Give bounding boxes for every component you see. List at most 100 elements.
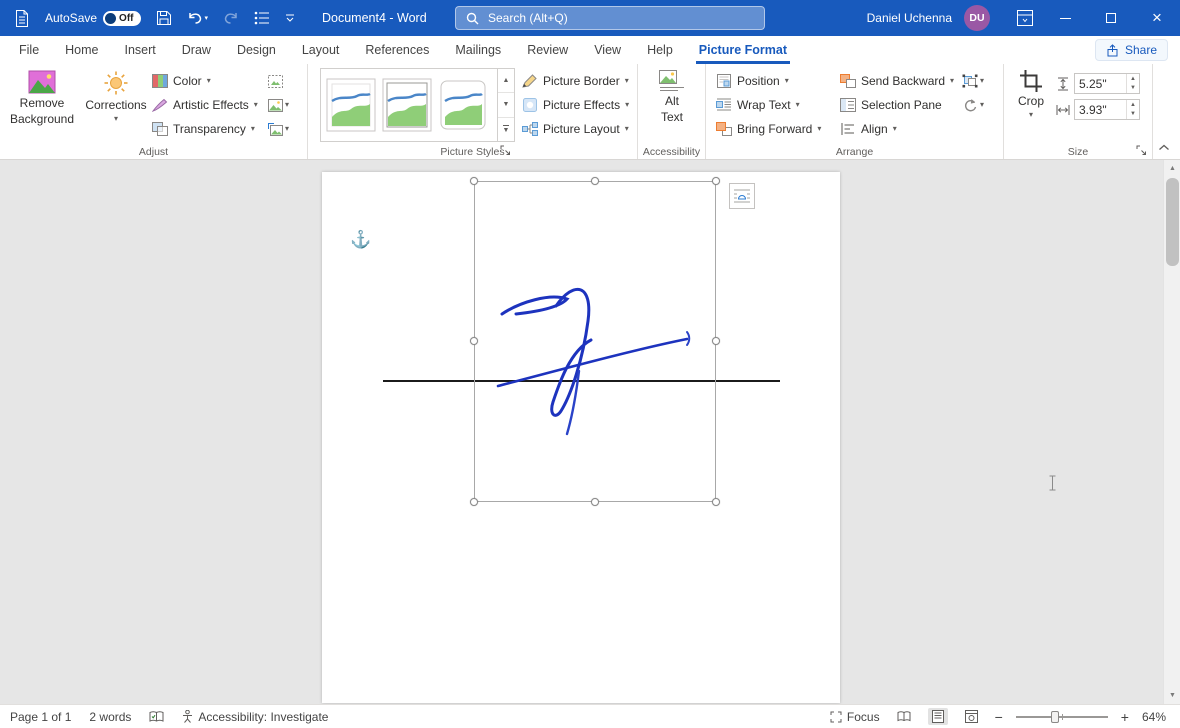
web-layout-button[interactable] — [961, 708, 982, 725]
corrections-button[interactable]: Corrections ▾ — [84, 67, 148, 123]
tab-view[interactable]: View — [581, 36, 634, 64]
picture-style-thumbnail-2[interactable] — [382, 75, 432, 135]
tab-home[interactable]: Home — [52, 36, 111, 64]
shape-width-input[interactable] — [1075, 103, 1126, 117]
zoom-slider-thumb[interactable] — [1051, 711, 1059, 723]
maximize-button[interactable] — [1088, 0, 1134, 36]
wrap-text-button[interactable]: Wrap Text ▾ — [716, 94, 800, 116]
undo-dropdown-chevron-icon[interactable]: ▾ — [205, 15, 209, 22]
selection-handle-middle-right[interactable] — [712, 337, 720, 345]
tab-help[interactable]: Help — [634, 36, 686, 64]
tab-design[interactable]: Design — [224, 36, 289, 64]
quick-access-toolbar: AutoSave Off ▾ — [0, 0, 295, 36]
autosave-toggle[interactable]: AutoSave Off — [45, 11, 141, 26]
group-objects-button[interactable]: ▾ — [962, 71, 984, 91]
picture-layout-button[interactable]: Picture Layout ▾ — [522, 118, 629, 140]
page-indicator[interactable]: Page 1 of 1 — [10, 710, 71, 724]
user-name[interactable]: Daniel Uchenna — [867, 11, 952, 25]
picture-border-button[interactable]: Picture Border ▾ — [522, 70, 629, 92]
shape-height-input[interactable] — [1075, 77, 1126, 91]
share-button[interactable]: Share — [1095, 39, 1168, 61]
selection-handle-middle-left[interactable] — [470, 337, 478, 345]
gallery-scroll-down-button[interactable]: ▼ — [498, 93, 514, 117]
selection-handle-bottom-left[interactable] — [470, 498, 478, 506]
proofing-icon[interactable] — [149, 711, 164, 723]
signature-picture[interactable] — [474, 181, 716, 502]
selection-handle-top-center[interactable] — [591, 177, 599, 185]
zoom-slider[interactable] — [1016, 716, 1108, 718]
change-picture-button[interactable]: ▾ — [268, 95, 289, 115]
position-button[interactable]: Position ▾ — [716, 70, 789, 92]
gallery-scroll-up-button[interactable]: ▲ — [498, 69, 514, 93]
scroll-down-button[interactable]: ▼ — [1164, 687, 1180, 704]
bring-forward-button[interactable]: Bring Forward ▾ — [716, 118, 821, 140]
selection-pane-label: Selection Pane — [861, 98, 942, 112]
picture-styles-gallery[interactable] — [320, 68, 498, 142]
remove-background-button[interactable]: Remove Background — [6, 67, 78, 126]
tab-file[interactable]: File — [6, 36, 52, 64]
compress-pictures-button[interactable] — [268, 71, 283, 91]
artistic-effects-button[interactable]: Artistic Effects ▾ — [152, 94, 258, 116]
picture-effects-button[interactable]: Picture Effects ▾ — [522, 94, 629, 116]
shape-width-field[interactable]: ▲▼ — [1074, 99, 1140, 120]
minimize-button[interactable] — [1042, 0, 1088, 36]
shape-width-spinner[interactable]: ▲▼ — [1126, 100, 1139, 119]
search-box[interactable]: Search (Alt+Q) — [455, 6, 765, 30]
shape-height-spinner[interactable]: ▲▼ — [1126, 74, 1139, 93]
zoom-in-button[interactable]: + — [1121, 709, 1129, 725]
width-spin-up-icon[interactable]: ▲ — [1127, 100, 1139, 110]
tab-references[interactable]: References — [352, 36, 442, 64]
scrollbar-thumb[interactable] — [1166, 178, 1179, 266]
undo-button[interactable]: ▾ — [187, 0, 209, 36]
selection-pane-button[interactable]: Selection Pane — [840, 94, 942, 116]
ribbon-display-options-icon[interactable] — [1008, 0, 1042, 36]
width-spin-down-icon[interactable]: ▼ — [1127, 110, 1139, 120]
accessibility-status[interactable]: Accessibility: Investigate — [182, 710, 328, 724]
selection-handle-top-left[interactable] — [470, 177, 478, 185]
save-icon[interactable] — [156, 0, 172, 36]
align-button[interactable]: Align ▾ — [840, 118, 897, 140]
collapse-ribbon-button[interactable] — [1158, 144, 1170, 151]
tab-picture-format[interactable]: Picture Format — [686, 36, 800, 64]
word-count[interactable]: 2 words — [89, 710, 131, 724]
picture-style-thumbnail-3[interactable] — [438, 75, 488, 135]
close-button[interactable]: × — [1134, 0, 1180, 36]
print-layout-button[interactable] — [928, 708, 948, 725]
document-area[interactable]: ⚓ — [0, 160, 1180, 704]
tab-insert[interactable]: Insert — [112, 36, 169, 64]
vertical-scrollbar[interactable]: ▲ ▼ — [1163, 160, 1180, 704]
tab-review[interactable]: Review — [514, 36, 581, 64]
picture-effects-dropdown-chevron-icon: ▾ — [625, 101, 629, 109]
zoom-out-button[interactable]: − — [995, 709, 1003, 725]
height-spin-up-icon[interactable]: ▲ — [1127, 74, 1139, 84]
selection-handle-top-right[interactable] — [712, 177, 720, 185]
reset-picture-button[interactable]: ▾ — [268, 119, 289, 139]
transparency-button[interactable]: Transparency ▾ — [152, 118, 255, 140]
zoom-level[interactable]: 64% — [1142, 710, 1166, 724]
gallery-more-button[interactable]: ▼ — [498, 118, 514, 141]
selection-handle-bottom-right[interactable] — [712, 498, 720, 506]
transparency-icon — [152, 122, 168, 136]
remove-background-icon — [28, 70, 56, 94]
height-spin-down-icon[interactable]: ▼ — [1127, 84, 1139, 94]
rotate-objects-button[interactable]: ▾ — [962, 95, 984, 115]
scroll-up-button[interactable]: ▲ — [1164, 160, 1180, 177]
focus-mode-button[interactable]: Focus — [830, 710, 880, 724]
picture-style-thumbnail-1[interactable] — [326, 75, 376, 135]
alt-text-button[interactable]: Alt Text — [646, 67, 698, 124]
send-backward-button[interactable]: Send Backward ▾ — [840, 70, 954, 92]
color-button[interactable]: Color ▾ — [152, 70, 211, 92]
tab-mailings[interactable]: Mailings — [442, 36, 514, 64]
selection-handle-bottom-center[interactable] — [591, 498, 599, 506]
read-mode-button[interactable] — [893, 709, 915, 724]
shape-height-field[interactable]: ▲▼ — [1074, 73, 1140, 94]
redo-button[interactable] — [223, 0, 239, 36]
avatar[interactable]: DU — [964, 5, 990, 31]
tab-layout[interactable]: Layout — [289, 36, 353, 64]
tab-draw[interactable]: Draw — [169, 36, 224, 64]
crop-button[interactable]: Crop ▾ — [1010, 67, 1052, 119]
customize-quick-access-toolbar-icon[interactable] — [285, 0, 295, 36]
quick-access-list-icon[interactable] — [254, 0, 270, 36]
layout-options-button[interactable] — [729, 183, 755, 209]
autosave-switch[interactable]: Off — [103, 11, 140, 26]
